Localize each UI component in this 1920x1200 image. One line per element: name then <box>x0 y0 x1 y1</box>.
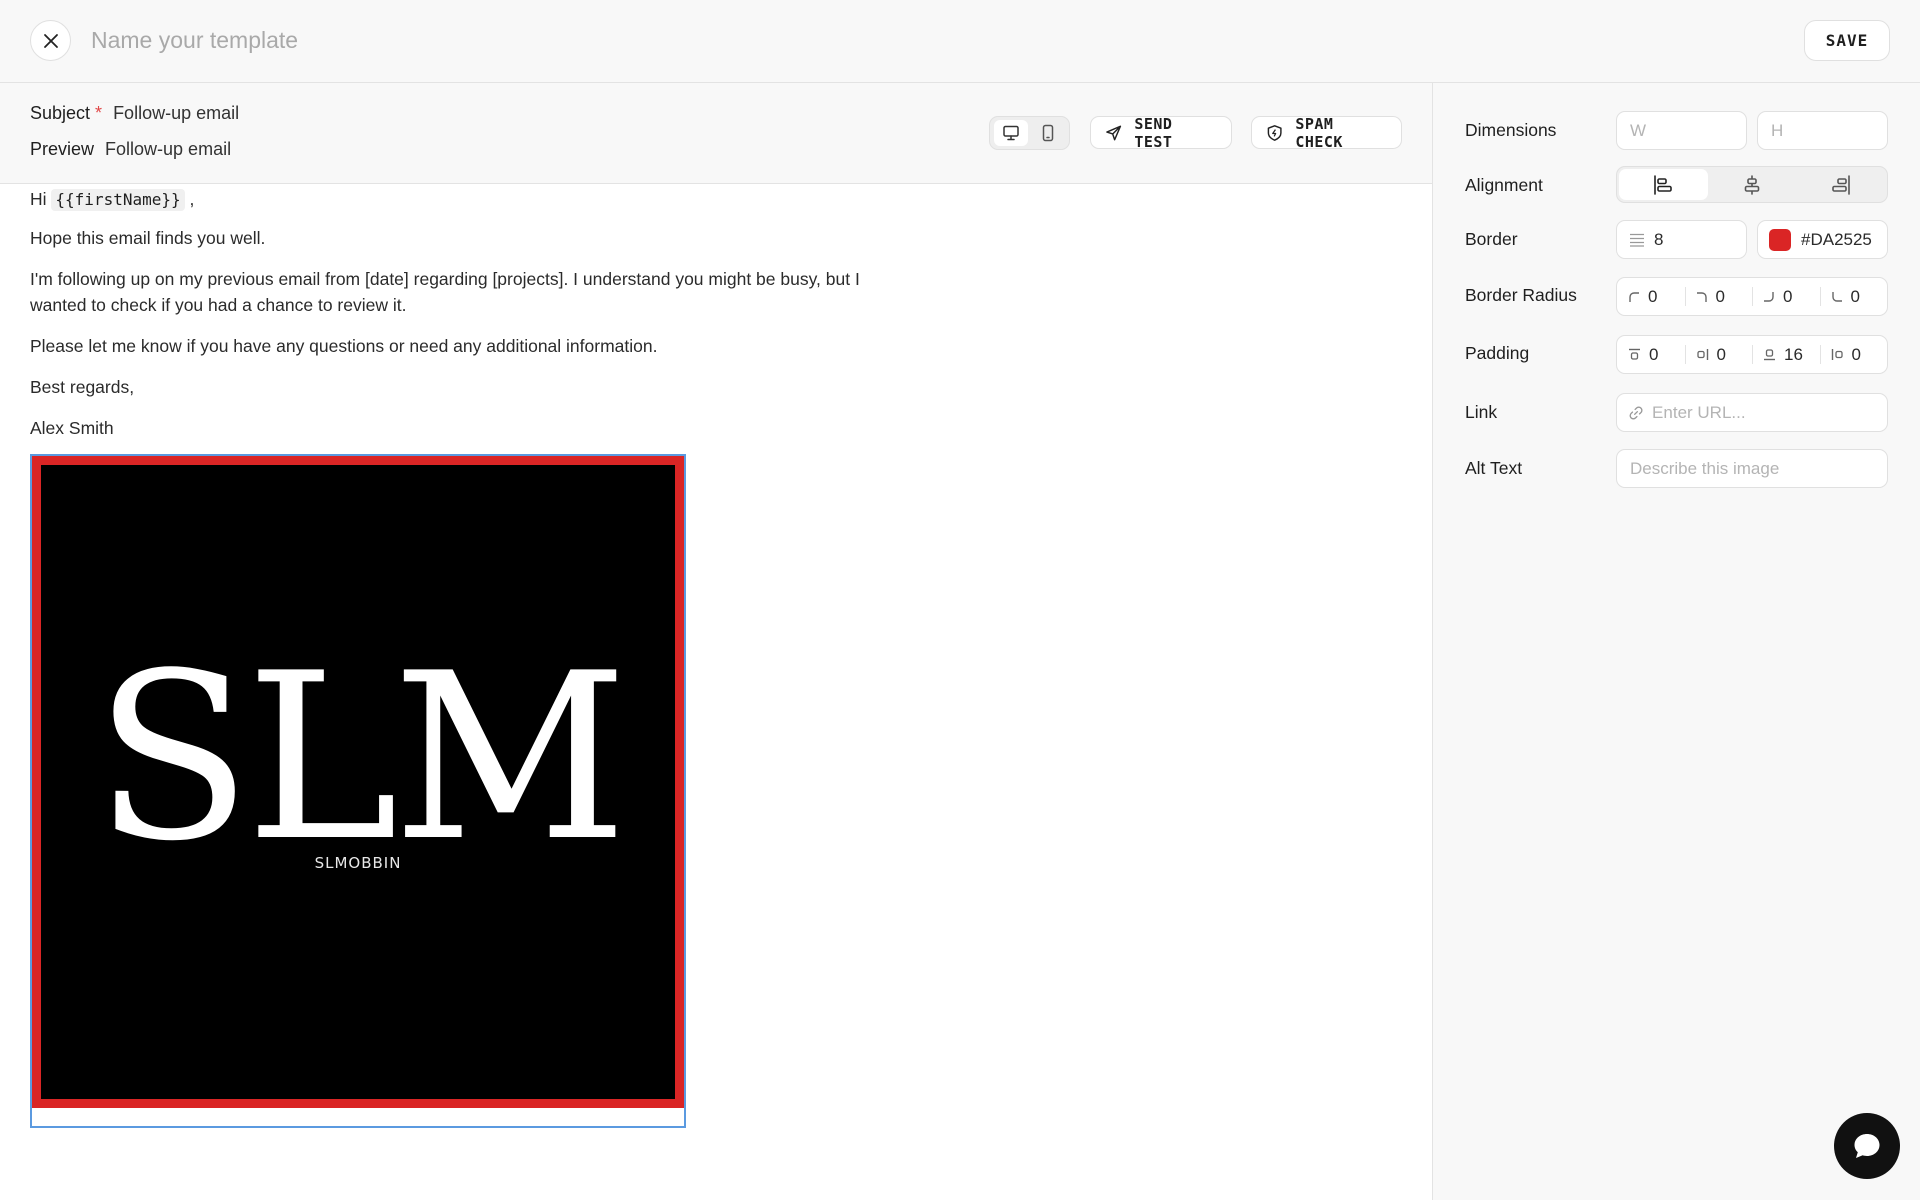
padding-top-icon <box>1629 348 1640 360</box>
chat-bubble-icon <box>1854 1134 1880 1158</box>
border-label: Border <box>1465 229 1518 249</box>
desktop-view-button[interactable] <box>994 120 1029 146</box>
email-meta-header: Subject * Follow-up email Preview Follow… <box>0 83 1432 184</box>
border-width-value: 8 <box>1654 229 1664 249</box>
padding-top-input[interactable]: 0 <box>1617 336 1685 373</box>
border-color-swatch[interactable] <box>1769 228 1791 251</box>
padding-bottom-input[interactable]: 16 <box>1752 336 1820 373</box>
send-icon <box>1106 125 1122 140</box>
close-button[interactable] <box>30 20 71 61</box>
align-right-button[interactable] <box>1796 169 1885 200</box>
corner-bottom-right-icon <box>1764 291 1774 302</box>
width-field[interactable] <box>1617 120 1746 141</box>
padding-inputs: 0 0 16 0 <box>1616 335 1888 374</box>
device-toggle <box>989 116 1070 150</box>
logo-wordmark: SLM <box>94 625 622 892</box>
radius-top-right-input[interactable]: 0 <box>1684 278 1753 315</box>
greeting-prefix: Hi <box>30 189 47 209</box>
height-input[interactable] <box>1757 111 1888 150</box>
subject-row: Subject * Follow-up email <box>30 103 239 124</box>
padding-right-icon <box>1696 349 1708 360</box>
link-field[interactable] <box>1644 402 1887 423</box>
logo-caption: SLMOBBIN <box>315 854 402 872</box>
align-center-button[interactable] <box>1708 169 1797 200</box>
template-name-input[interactable] <box>91 27 691 54</box>
border-width-input[interactable]: 8 <box>1616 220 1747 259</box>
required-marker: * <box>95 103 103 123</box>
padding-left-input[interactable]: 0 <box>1819 336 1888 373</box>
padding-left-value: 0 <box>1851 344 1861 364</box>
body-paragraph: I'm following up on my previous email fr… <box>30 269 860 315</box>
corner-bottom-left-icon <box>1831 291 1842 302</box>
link-icon <box>1629 406 1643 419</box>
subject-label: Subject <box>30 103 91 123</box>
link-input[interactable] <box>1616 393 1888 432</box>
border-width-icon <box>1630 233 1644 247</box>
radius-bottom-left-value: 0 <box>1850 286 1860 306</box>
radius-bottom-right-value: 0 <box>1783 286 1793 306</box>
alt-text-label: Alt Text <box>1465 458 1523 478</box>
align-left-button[interactable] <box>1619 169 1708 200</box>
mobile-view-button[interactable] <box>1031 120 1065 146</box>
signature-name: Alex Smith <box>30 418 114 438</box>
radius-bottom-left-input[interactable]: 0 <box>1819 278 1888 315</box>
padding-top-value: 0 <box>1649 344 1659 364</box>
image-properties-panel: Dimensions Alignment <box>1432 83 1920 1200</box>
link-label: Link <box>1465 402 1498 422</box>
align-left-icon <box>1654 174 1673 195</box>
alignment-label: Alignment <box>1465 175 1543 195</box>
slm-logo-image: SLM SLMOBBIN <box>41 465 675 1099</box>
padding-right-value: 0 <box>1716 344 1726 364</box>
radius-bottom-right-input[interactable]: 0 <box>1752 278 1820 315</box>
spam-check-label: SPAM CHECK <box>1295 114 1343 151</box>
padding-right-input[interactable]: 0 <box>1684 336 1753 373</box>
spam-check-button[interactable]: SPAM CHECK <box>1251 114 1402 151</box>
border-color-input[interactable]: #DA2525 <box>1757 220 1888 259</box>
greeting-suffix: , <box>189 189 195 209</box>
corner-top-left-icon <box>1629 291 1639 302</box>
padding-label: Padding <box>1465 343 1530 363</box>
subject-field[interactable]: Follow-up email <box>113 103 239 124</box>
chat-support-button[interactable] <box>1834 1113 1900 1179</box>
alt-text-input[interactable] <box>1616 449 1888 488</box>
greeting-line: Hi {{firstName}} , <box>30 186 870 212</box>
preview-label: Preview <box>30 139 95 159</box>
border-radius-inputs: 0 0 0 0 <box>1616 277 1888 316</box>
radius-top-left-input[interactable]: 0 <box>1617 278 1685 315</box>
padding-left-icon <box>1831 349 1843 360</box>
width-input[interactable] <box>1616 111 1747 150</box>
preview-field[interactable]: Follow-up email <box>105 139 231 160</box>
height-field[interactable] <box>1758 120 1887 141</box>
alignment-toggle <box>1616 166 1888 203</box>
send-test-label: SEND TEST <box>1134 114 1173 151</box>
padding-bottom-value: 16 <box>1784 344 1803 364</box>
top-bar: SAVE <box>0 0 1920 83</box>
align-center-icon <box>1744 174 1760 195</box>
alt-text-field[interactable] <box>1617 458 1887 479</box>
body-paragraph: Hope this email finds you well. <box>30 228 266 248</box>
border-radius-label: Border Radius <box>1465 285 1577 305</box>
corner-top-right-icon <box>1696 291 1707 302</box>
close-icon <box>43 33 58 48</box>
border-color-value: #DA2525 <box>1801 229 1872 249</box>
send-test-button[interactable]: SEND TEST <box>1090 114 1232 151</box>
image-border: SLM SLMOBBIN <box>32 456 684 1108</box>
radius-top-right-value: 0 <box>1715 286 1725 306</box>
shield-icon <box>1267 124 1282 141</box>
selected-image-block[interactable]: SLM SLMOBBIN <box>30 454 686 1128</box>
monitor-icon <box>1003 125 1019 141</box>
email-content[interactable]: Hi {{firstName}} , Hope this email finds… <box>30 184 870 456</box>
signoff-line: Best regards, <box>30 377 135 397</box>
preview-row: Preview Follow-up email <box>30 139 231 160</box>
smartphone-icon <box>1042 124 1053 142</box>
save-button[interactable]: SAVE <box>1804 20 1890 61</box>
dimensions-label: Dimensions <box>1465 120 1557 140</box>
first-name-variable[interactable]: {{firstName}} <box>51 189 185 211</box>
padding-bottom-icon <box>1764 349 1775 361</box>
align-right-icon <box>1831 174 1850 195</box>
radius-top-left-value: 0 <box>1648 286 1658 306</box>
body-paragraph: Please let me know if you have any quest… <box>30 336 658 356</box>
